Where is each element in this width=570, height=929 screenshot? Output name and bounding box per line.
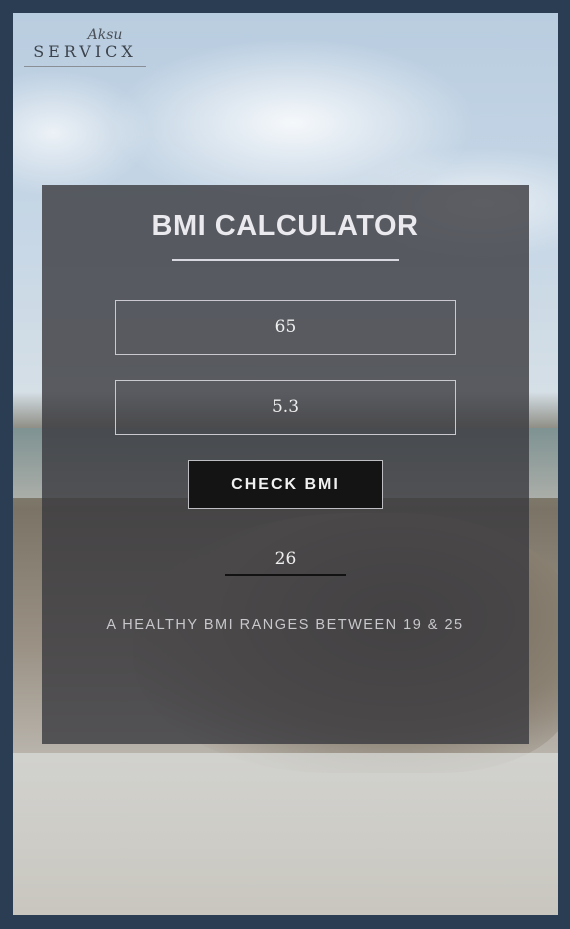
site-logo[interactable]: Aksu SERVICX [24,28,146,67]
page-title: BMI CALCULATOR [151,210,419,242]
logo-script-text: Aksu [87,27,123,43]
title-underline [172,259,399,261]
logo-wordmark: SERVICX [24,42,146,67]
foam-backdrop [13,753,558,915]
healthy-range-note: A HEALTHY BMI RANGES BETWEEN 19 & 25 [106,617,464,633]
check-bmi-button[interactable]: CHECK BMI [188,460,383,509]
bmi-result: 26 [225,546,346,576]
weight-input[interactable]: 65 [115,300,456,355]
height-input[interactable]: 5.3 [115,380,456,435]
